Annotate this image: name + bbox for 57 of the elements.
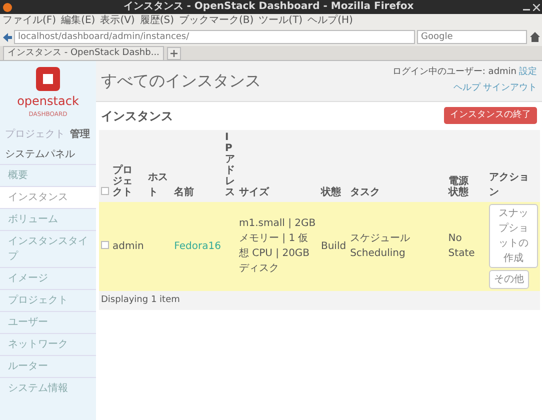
new-tab-button[interactable] [166, 47, 181, 60]
column-header: サイズ [238, 186, 269, 198]
browser-tab[interactable]: インスタンス - OpenStack Dashb... [2, 46, 164, 60]
menu-item[interactable]: ブックマーク(B) [179, 14, 254, 28]
address-bar[interactable]: localhost/dashboard/admin/instances/ [14, 30, 414, 44]
home-button[interactable] [530, 32, 540, 42]
checkbox[interactable] [100, 186, 108, 194]
menu-item[interactable]: 編集(E) [61, 14, 96, 28]
sidebar-item[interactable]: ルーター [0, 355, 96, 377]
column-header: 状態 [320, 186, 341, 198]
menu-item[interactable]: 履歴(S) [140, 14, 174, 28]
header-link[interactable]: ヘルプ [454, 82, 480, 96]
sidebar-item[interactable]: イメージ [0, 267, 96, 289]
section-title: インスタンス [101, 108, 174, 124]
table-cell-text: m1.small | 2GB メモリー | 1 仮想 CPU | 20GB ディスク [238, 217, 317, 276]
table-cell: Build [320, 240, 346, 252]
sidebar-item[interactable]: ネットワーク [0, 333, 96, 355]
sidebar-item[interactable]: システム情報 [0, 377, 96, 399]
header-link[interactable]: サインアウト [483, 82, 537, 96]
sidebar-item[interactable]: インスタンス [0, 186, 96, 208]
column-header: 電源状態 [448, 176, 470, 198]
logo-text: openstack [17, 93, 79, 110]
table-cell: No State [448, 233, 475, 260]
column-header: 名前 [174, 186, 194, 198]
column-header: ホスト [148, 172, 168, 198]
column-header: アクション [489, 172, 530, 198]
checkbox[interactable] [100, 240, 108, 249]
terminate-button[interactable]: インスタンスの終了 [444, 106, 537, 124]
dashboard-tab[interactable]: 管理 [70, 126, 90, 142]
panel-heading: システムパネル [4, 148, 76, 162]
instance-link[interactable]: Fedora16 [174, 240, 221, 252]
sidebar-item[interactable]: インスタンスタイプ [0, 230, 96, 267]
search-field[interactable]: Google [417, 30, 527, 44]
logo-icon [35, 66, 61, 92]
menu-item[interactable]: ファイル(F) [2, 14, 56, 28]
table-cell: admin [112, 240, 144, 252]
close-button[interactable] [532, 4, 540, 10]
menu-item[interactable]: ツール(T) [258, 14, 303, 28]
menu-item[interactable]: ヘルプ(H) [308, 14, 353, 28]
firefox-icon [2, 2, 12, 12]
action-button[interactable]: スナップショットの作成 [489, 204, 538, 268]
column-header: IPアドレス [224, 132, 235, 198]
column-header: プロジェクト [112, 164, 134, 198]
menu-item[interactable]: 表示(V) [100, 14, 135, 28]
window-title: インスタンス - OpenStack Dashboard - Mozilla Firefox [122, 0, 415, 14]
column-header: タスク [350, 186, 380, 198]
sidebar-item[interactable]: ボリューム [0, 208, 96, 230]
action-button[interactable]: その他 [489, 270, 530, 289]
back-button[interactable] [2, 32, 12, 42]
table-footer: Displaying 1 item [98, 291, 540, 310]
page-title: すべてのインスタンス [101, 70, 262, 92]
sidebar-item[interactable]: ユーザー [0, 311, 96, 333]
sidebar-item[interactable]: プロジェクト [0, 289, 96, 311]
header-link[interactable]: 設定 [519, 66, 537, 80]
table-cell: スケジュール Scheduling [350, 233, 410, 260]
dashboard-tab[interactable]: プロジェクト [5, 126, 65, 142]
user-info: ログイン中のユーザー: admin [392, 66, 516, 79]
